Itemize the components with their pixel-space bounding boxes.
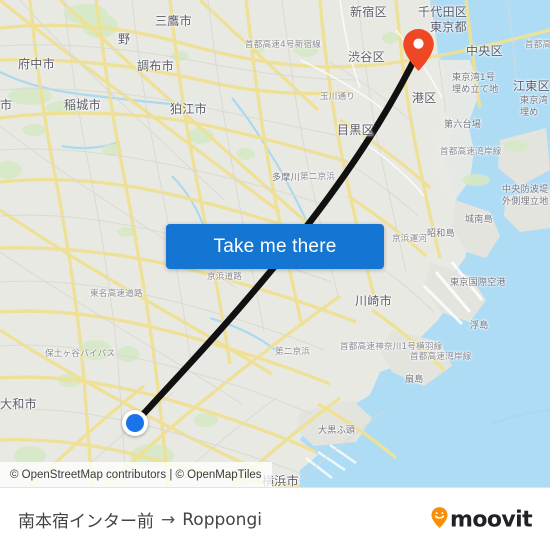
moovit-route-card: 三鷹市 新宿区 千代田区 東京都 中央区 渋谷区 府中市 調布市野稲城市 狛江市 港区 江東区 目黒区… <box>0 0 550 550</box>
take-me-there-button[interactable]: Take me there <box>166 224 384 269</box>
destination-marker-pin[interactable] <box>402 28 435 72</box>
route-destination-label: Roppongi <box>182 509 262 530</box>
arrow-right-icon: → <box>161 509 176 530</box>
moovit-pin-icon <box>431 506 448 533</box>
moovit-wordmark: moovit <box>450 507 533 532</box>
route-origin-label: 南本宿インター前 <box>18 512 154 532</box>
origin-marker-dot[interactable] <box>122 410 148 436</box>
map-attribution[interactable]: © OpenStreetMap contributors | © OpenMap… <box>0 462 272 487</box>
route-summary: 南本宿インター前 → Roppongi <box>18 507 262 533</box>
moovit-logo[interactable]: moovit <box>431 506 533 533</box>
footer-bar: 南本宿インター前 → Roppongi moovit <box>0 487 550 550</box>
map-canvas[interactable]: 三鷹市 新宿区 千代田区 東京都 中央区 渋谷区 府中市 調布市野稲城市 狛江市 港区 江東区 目黒区… <box>0 0 550 487</box>
